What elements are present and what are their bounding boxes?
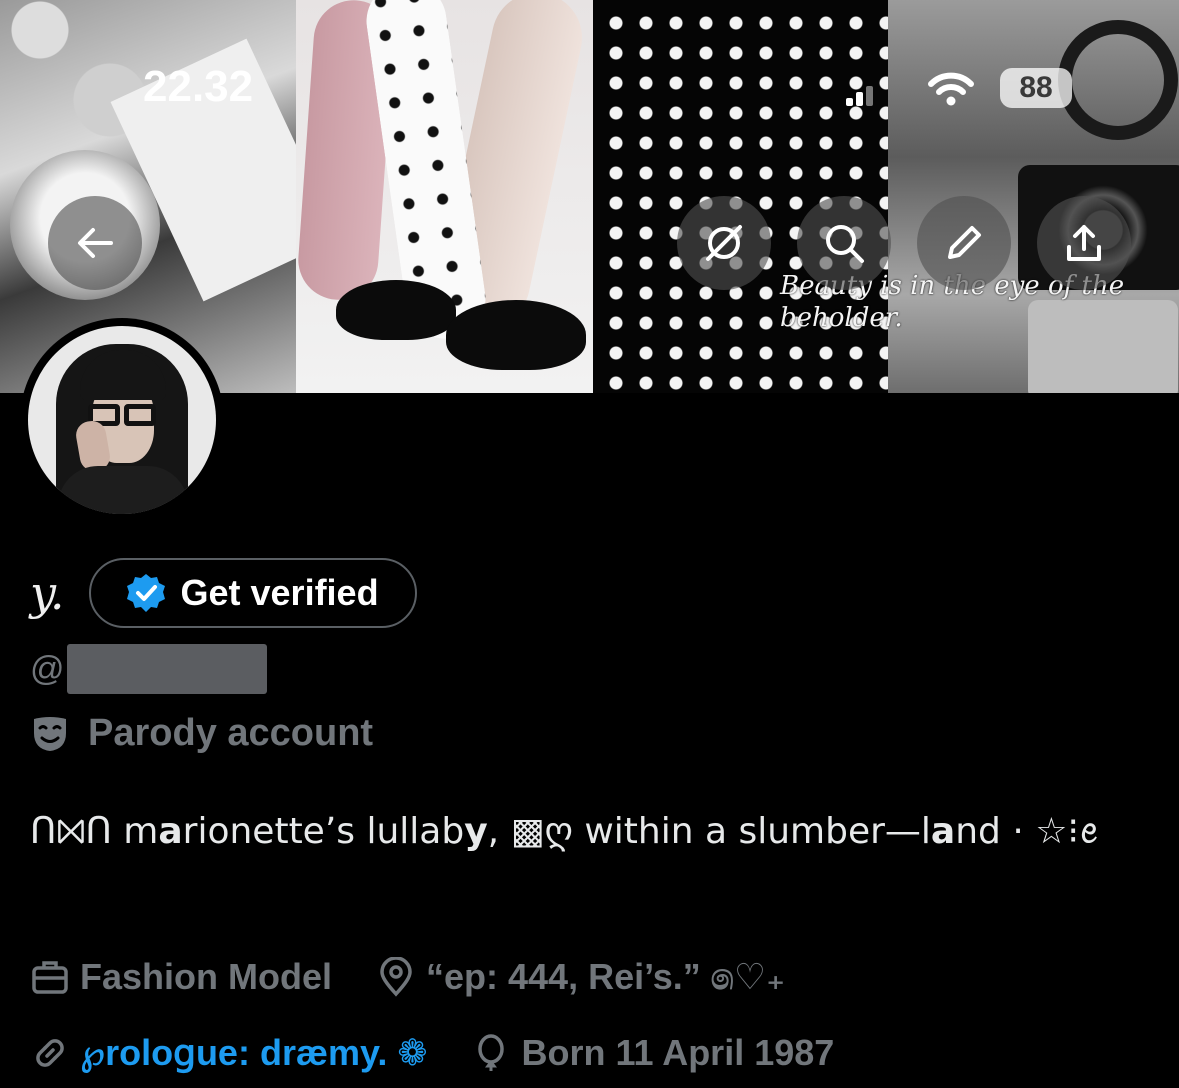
occupation-item: Fashion Model [30,956,332,998]
profile-meta-row: Fashion Model “ep: 444, Rei’s.” ෧♡₊ [30,952,829,1002]
profile-page: Beauty is in the eye of the beholder. 22… [0,0,1179,1088]
share-icon [1067,225,1101,261]
search-button[interactable] [797,196,891,290]
profile-avatar[interactable] [20,318,224,522]
grok-button[interactable] [677,196,771,290]
profile-meta-row-2: ℘rolo𝗀ue: dræmy. ❁ Born 11 April 1987 [30,1028,878,1078]
profile-bio: ᑎ⨝ᑎ m𝗮rionette’s lullab𝘆, ▩ღ within a sl… [30,811,1099,852]
theater-mask-icon [34,717,66,751]
signal-icon [846,80,876,106]
battery-indicator: 88 [1000,68,1072,108]
avatar-photo [28,326,216,514]
website-link[interactable]: ℘rolo𝗀ue: dræmy. ❁ [80,1032,427,1074]
location-pin-icon [380,957,412,997]
link-icon [36,1039,64,1067]
name-row: y. Get verified [30,558,417,628]
website-item[interactable]: ℘rolo𝗀ue: dræmy. ❁ [30,1032,427,1074]
handle-prefix: @ [30,649,65,688]
location-text: “ep: 444, Rei’s.” ෧♡₊ [426,955,786,997]
search-icon [826,225,864,263]
grok-icon [706,225,742,261]
banner-panel-legs [296,0,593,393]
occupation-text: Fashion Model [80,956,332,997]
banner-panel-cameras [888,0,1179,393]
birthday-item: Born 11 April 1987 [471,1032,834,1074]
parody-label-row[interactable]: Parody account [30,708,373,758]
birthday-text: Born 11 April 1987 [521,1032,835,1073]
display-name: y. [30,566,65,620]
status-time: 22.32 [143,62,254,111]
handle-redacted [66,644,267,694]
wifi-icon [928,72,974,106]
balloon-icon [478,1034,505,1071]
edit-profile-button[interactable] [917,196,1011,290]
back-arrow-icon [78,228,113,258]
back-button[interactable] [48,196,142,290]
location-item: “ep: 444, Rei’s.” ෧♡₊ [376,956,785,999]
parody-account-label: Parody account [88,711,374,754]
share-button[interactable] [1037,196,1131,290]
handle-row: @ [30,644,267,694]
briefcase-icon [32,961,68,994]
verified-badge-icon [126,574,165,612]
get-verified-button[interactable]: Get verified [88,558,417,628]
edit-pencil-icon [948,226,981,259]
get-verified-label: Get verified [180,572,379,613]
